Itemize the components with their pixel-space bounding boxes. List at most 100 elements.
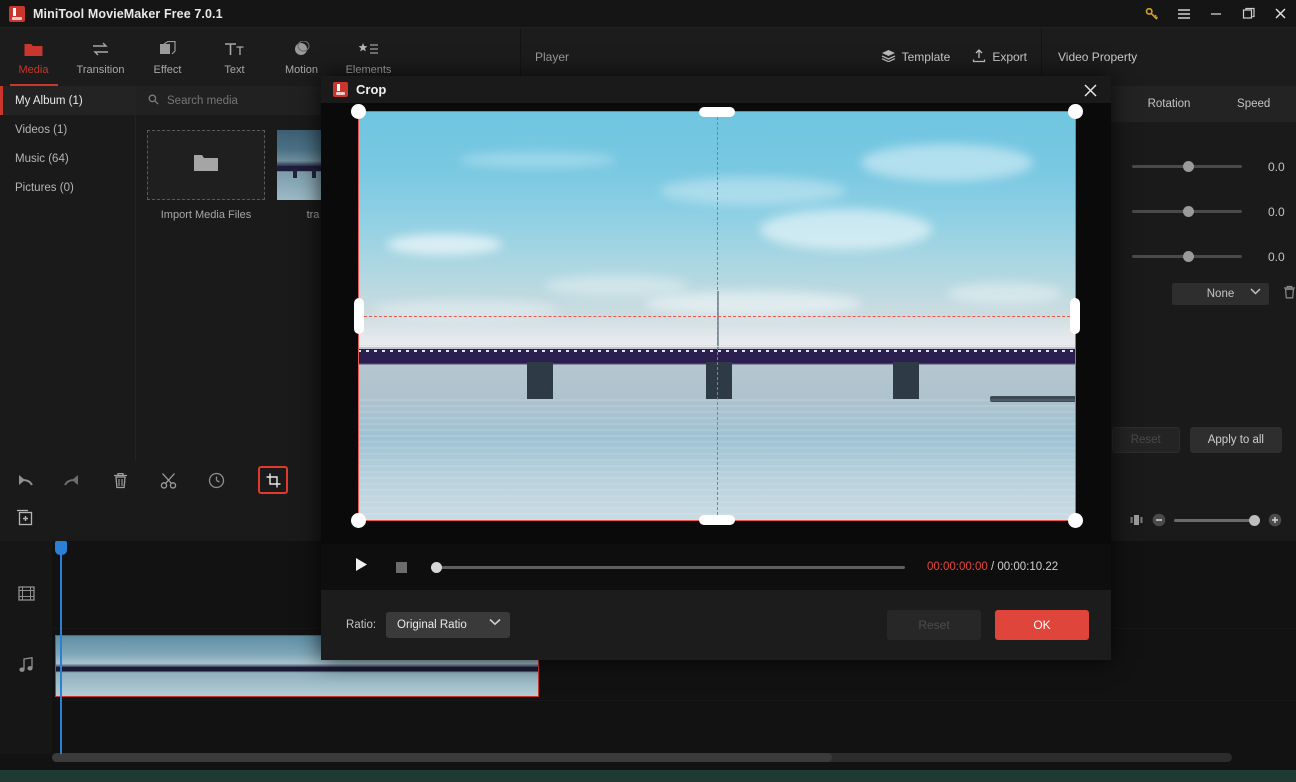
import-media-tile[interactable]: Import Media Files	[147, 130, 265, 461]
slider-knob[interactable]	[1183, 206, 1194, 217]
timeline-scrollbar[interactable]	[52, 753, 1232, 762]
current-time: 00:00:00:00	[927, 561, 988, 573]
crop-dialog-footer: Ratio: Original Ratio Reset OK	[321, 590, 1111, 660]
folder-icon	[193, 152, 219, 178]
tab-speed[interactable]: Speed	[1211, 86, 1296, 122]
playback-knob[interactable]	[431, 562, 442, 573]
ribbon-tab-effect[interactable]: Effect	[134, 28, 201, 86]
ribbon-label: Text	[224, 64, 244, 76]
key-icon[interactable]	[1136, 0, 1168, 28]
crop-handle-left[interactable]	[354, 298, 364, 334]
playback-progress-slider[interactable]	[431, 566, 905, 569]
text-icon	[224, 39, 245, 59]
playhead[interactable]	[60, 541, 62, 754]
template-label: Template	[902, 50, 951, 64]
crop-ok-button[interactable]: OK	[995, 610, 1089, 640]
template-icon	[881, 49, 896, 65]
clip-bridge-deck	[56, 667, 538, 671]
delete-icon[interactable]	[1283, 285, 1296, 304]
zoom-in-icon[interactable]	[1268, 513, 1282, 527]
property-select[interactable]: None	[1172, 283, 1269, 305]
property-slider[interactable]	[1132, 255, 1242, 258]
audio-track-icon[interactable]	[0, 629, 52, 701]
thumb-pier	[312, 169, 316, 178]
property-value: 0.0	[1268, 160, 1285, 174]
time-separator: /	[988, 561, 998, 573]
title-bar: MiniTool MovieMaker Free 7.0.1	[0, 0, 1296, 28]
crop-handle-top-left[interactable]	[351, 104, 366, 119]
media-tab-label: Videos (1)	[15, 124, 67, 136]
crop-selection-rect[interactable]	[358, 111, 1076, 521]
thumb-pier	[293, 169, 297, 178]
crop-transport-bar: 00:00:00:00 / 00:00:10.22	[321, 544, 1111, 590]
close-button[interactable]	[1264, 0, 1296, 28]
import-dropzone[interactable]	[147, 130, 265, 200]
ratio-label: Ratio:	[346, 619, 376, 631]
property-value: 0.0	[1268, 250, 1285, 264]
crop-handle-top[interactable]	[699, 107, 735, 117]
crop-icon[interactable]	[258, 466, 288, 494]
video-track-icon[interactable]	[0, 557, 52, 629]
apply-to-all-button[interactable]: Apply to all	[1190, 427, 1282, 453]
undo-icon[interactable]	[0, 461, 48, 499]
redo-icon[interactable]	[48, 461, 96, 499]
crop-canvas	[321, 103, 1111, 544]
stop-icon[interactable]	[396, 562, 407, 573]
crop-handle-right[interactable]	[1070, 298, 1080, 334]
ribbon-label: Motion	[285, 64, 318, 76]
ribbon-label: Media	[19, 64, 49, 76]
add-media-icon[interactable]	[16, 509, 33, 531]
template-button[interactable]: Template	[881, 49, 951, 65]
ribbon-tab-text[interactable]: Text	[201, 28, 268, 86]
timeline-track-gutter	[0, 541, 52, 754]
play-icon[interactable]	[355, 557, 368, 577]
crop-reset-button[interactable]: Reset	[887, 610, 981, 640]
crop-handle-top-right[interactable]	[1068, 104, 1083, 119]
slider-knob[interactable]	[1183, 161, 1194, 172]
scrollbar-thumb[interactable]	[52, 753, 832, 762]
search-icon	[148, 94, 159, 108]
player-title: Player	[535, 50, 569, 64]
slider-knob[interactable]	[1183, 251, 1194, 262]
minimize-button[interactable]	[1200, 0, 1232, 28]
ribbon-tab-transition[interactable]: Transition	[67, 28, 134, 86]
maximize-button[interactable]	[1232, 0, 1264, 28]
zoom-slider[interactable]	[1174, 519, 1260, 522]
transition-icon	[91, 39, 110, 59]
zoom-slider-knob[interactable]	[1249, 515, 1260, 526]
property-slider[interactable]	[1132, 210, 1242, 213]
ratio-select[interactable]: Original Ratio	[386, 612, 510, 638]
os-taskbar	[0, 770, 1296, 782]
chevron-down-icon	[489, 617, 501, 629]
export-icon	[972, 49, 986, 66]
ribbon-tab-media[interactable]: Media	[0, 28, 67, 86]
crop-handle-bottom-right[interactable]	[1068, 513, 1083, 528]
media-tab-label: My Album (1)	[15, 95, 83, 107]
media-tab-videos[interactable]: Videos (1)	[0, 115, 135, 144]
zoom-out-icon[interactable]	[1152, 513, 1166, 527]
fit-timeline-icon[interactable]	[1129, 513, 1144, 527]
effect-icon	[158, 39, 177, 59]
speed-icon[interactable]	[192, 461, 240, 499]
split-icon[interactable]	[144, 461, 192, 499]
delete-icon[interactable]	[96, 461, 144, 499]
tab-rotation[interactable]: Rotation	[1127, 86, 1212, 122]
menu-icon[interactable]	[1168, 0, 1200, 28]
crop-dialog: Crop	[321, 76, 1111, 660]
ribbon-label: Transition	[77, 64, 125, 76]
media-tab-music[interactable]: Music (64)	[0, 144, 135, 173]
export-button[interactable]: Export	[972, 49, 1027, 66]
crop-handle-bottom-left[interactable]	[351, 513, 366, 528]
media-tab-pictures[interactable]: Pictures (0)	[0, 173, 135, 202]
media-tab-my-album[interactable]: My Album (1)	[0, 86, 135, 115]
total-time: 00:00:10.22	[997, 561, 1058, 573]
property-slider[interactable]	[1132, 165, 1242, 168]
app-logo-icon	[333, 82, 348, 97]
close-icon[interactable]	[1079, 79, 1101, 101]
window-controls	[1136, 0, 1296, 28]
crop-handle-bottom[interactable]	[699, 515, 735, 525]
crop-guide-horizontal	[359, 316, 1075, 317]
reset-button[interactable]: Reset	[1112, 427, 1180, 453]
application-window: MiniTool MovieMaker Free 7.0.1	[0, 0, 1296, 770]
app-logo-icon	[9, 6, 25, 22]
